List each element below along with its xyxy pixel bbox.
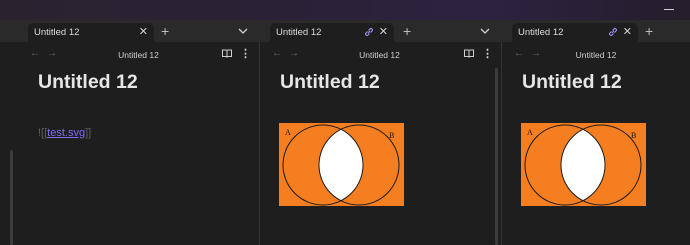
- reading-view-icon[interactable]: [464, 49, 474, 58]
- tab-list-chevron-icon[interactable]: [480, 27, 490, 35]
- scrollbar-pane-2[interactable]: [495, 68, 498, 245]
- embedded-venn-image[interactable]: A B: [279, 123, 404, 206]
- set-a-label: A: [285, 128, 291, 137]
- tab-label: Untitled 12: [34, 27, 80, 38]
- tab-list-chevron-icon[interactable]: [238, 27, 248, 35]
- minimize-icon[interactable]: [664, 9, 674, 10]
- view-header: ← → Untitled 12 ⋮: [260, 42, 499, 64]
- inline-title[interactable]: Untitled 12: [522, 71, 622, 94]
- view-header-title[interactable]: Untitled 12: [502, 50, 690, 60]
- set-b-label: B: [389, 131, 394, 140]
- reading-view-icon[interactable]: [222, 49, 232, 58]
- view-header: ← → Untitled 12 ⋮: [18, 42, 259, 64]
- close-icon[interactable]: ✕: [623, 25, 632, 38]
- scrollbar-pane-1[interactable]: [10, 150, 13, 245]
- more-options-icon[interactable]: ⋮: [240, 47, 251, 60]
- tab-untitled-12[interactable]: Untitled 12 ✕: [270, 23, 394, 42]
- linked-icon: [608, 27, 618, 37]
- set-a-label: A: [527, 128, 533, 137]
- view-header: ← → Untitled 12: [502, 42, 690, 64]
- linked-icon: [364, 27, 374, 37]
- inline-title[interactable]: Untitled 12: [280, 71, 380, 94]
- pane-3: Untitled 12 ✕ + ← → Untitled 12 Untitled…: [502, 20, 690, 245]
- tab-label: Untitled 12: [276, 27, 322, 38]
- embedded-venn-image[interactable]: A B: [521, 123, 646, 206]
- new-tab-icon[interactable]: +: [403, 24, 411, 38]
- new-tab-icon[interactable]: +: [645, 24, 653, 38]
- more-options-icon[interactable]: ⋮: [482, 47, 493, 60]
- close-icon[interactable]: ✕: [379, 25, 388, 38]
- inline-title[interactable]: Untitled 12: [38, 71, 138, 94]
- tab-label: Untitled 12: [518, 27, 564, 38]
- pane-1: Untitled 12 ✕ + ← → Untitled 12 ⋮ Untitl…: [18, 20, 259, 245]
- close-icon[interactable]: ✕: [139, 25, 148, 38]
- embed-target[interactable]: test.svg: [47, 127, 85, 139]
- new-tab-icon[interactable]: +: [161, 24, 169, 38]
- tab-untitled-12[interactable]: Untitled 12 ✕: [512, 23, 638, 42]
- set-b-label: B: [631, 131, 636, 140]
- tab-untitled-12[interactable]: Untitled 12 ✕: [28, 23, 154, 42]
- title-bar: [0, 0, 690, 20]
- pane-2: Untitled 12 ✕ + ← → Untitled 12 ⋮ Untitl…: [260, 20, 499, 245]
- embed-link[interactable]: ![[test.svg]]: [38, 127, 91, 139]
